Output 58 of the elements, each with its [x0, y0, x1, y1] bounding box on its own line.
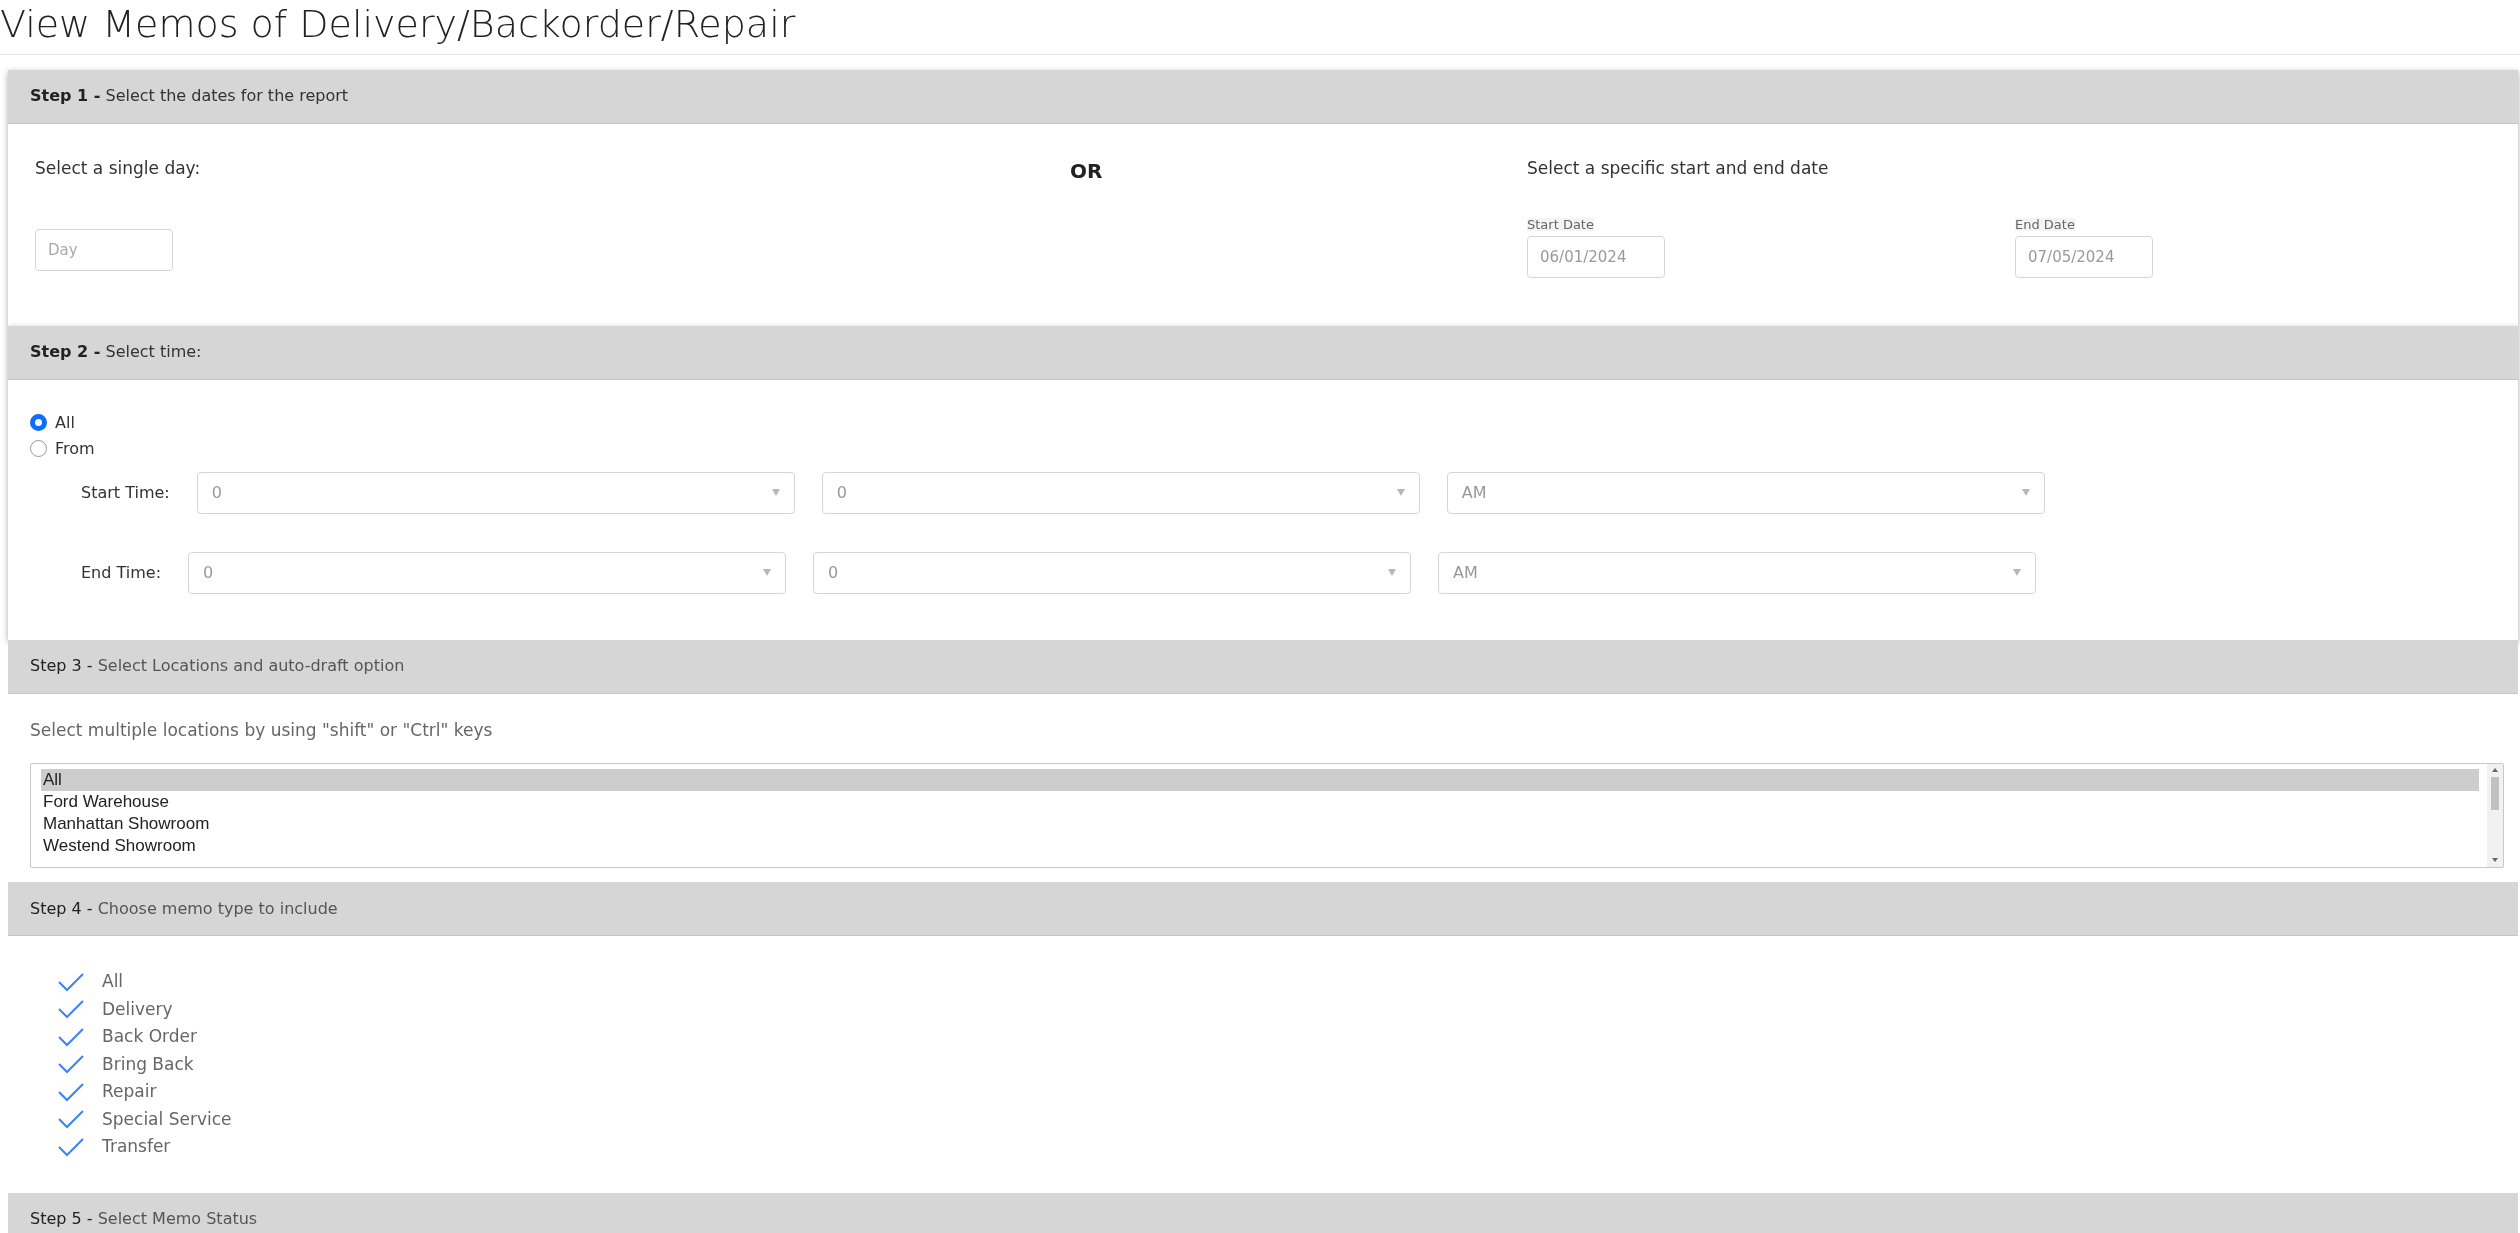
radio-button[interactable] [30, 414, 47, 432]
radio-button[interactable] [30, 440, 47, 458]
step-label: Step 1 - [30, 85, 101, 108]
check-icon[interactable] [58, 971, 84, 992]
hint-text: Select multiple locations by using "shift" or "Ctrl" keys [30, 718, 494, 742]
check-icon[interactable] [58, 1081, 84, 1102]
caret-icon [1388, 569, 1397, 577]
caret-icon [1396, 489, 1405, 497]
step-label: Step 2 - [30, 341, 101, 364]
step-title: Choose memo type to include [97, 897, 338, 920]
period-dropdown[interactable]: AM [1446, 471, 2045, 514]
hour-dropdown[interactable]: 0 [188, 551, 787, 594]
step-title: Select Memo Status [97, 1208, 258, 1231]
step-title: Select time: [105, 341, 202, 364]
date-label: Start Date [1527, 218, 1594, 232]
memo-type-label: Bring Back [102, 1052, 194, 1076]
page-title: View Memos of Delivery/Backorder/Repair [0, 1, 797, 48]
date-label: End Date [2015, 218, 2075, 232]
radio-label: From [55, 437, 95, 460]
check-icon[interactable] [58, 1109, 84, 1130]
radio-label: All [55, 411, 75, 434]
period-dropdown[interactable]: AM [1438, 551, 2037, 594]
field-label: Select a single day: [35, 156, 202, 180]
location-option[interactable]: Ford Warehouse [41, 791, 2479, 814]
location-option[interactable]: Westend Showroom [41, 835, 2479, 858]
start-date-field[interactable]: 06/01/2024 [1527, 236, 1665, 279]
step-title: Select Locations and auto-draft option [97, 655, 405, 678]
location-option[interactable]: All [41, 769, 2479, 792]
minute-dropdown[interactable]: 0 [813, 551, 1412, 594]
caret-icon [2013, 569, 2022, 577]
caret-icon [771, 489, 780, 497]
check-icon[interactable] [58, 999, 84, 1020]
day-field[interactable]: Day [35, 229, 173, 272]
memo-type-label: Delivery [102, 997, 173, 1021]
caret-icon [2021, 489, 2030, 497]
check-icon[interactable] [58, 1054, 84, 1075]
location-listbox[interactable]: All Ford Warehouse Manhattan Showroom Westend Showroom [30, 763, 2504, 869]
minute-dropdown[interactable]: 0 [821, 471, 1420, 514]
or-label: OR [1070, 158, 1103, 183]
memo-type-label: Special Service [102, 1107, 232, 1131]
memo-type-label: Transfer [102, 1135, 171, 1159]
step-title: Select the dates for the report [105, 85, 349, 108]
caret-icon [763, 569, 772, 577]
field-label: Select a specific start and end date [1527, 156, 1830, 180]
location-option[interactable]: Manhattan Showroom [41, 813, 2479, 836]
memo-type-label: Repair [102, 1080, 157, 1104]
check-icon[interactable] [58, 1136, 84, 1157]
step-label: Step 5 - [30, 1208, 93, 1231]
step-label: Step 4 - [30, 897, 93, 920]
end-date-field[interactable]: 07/05/2024 [2015, 236, 2153, 279]
memo-type-label: All [102, 970, 124, 994]
time-label: End Time: [81, 561, 162, 584]
time-label: Start Time: [81, 481, 170, 504]
step-label: Step 3 - [30, 655, 93, 678]
check-icon[interactable] [58, 1026, 84, 1047]
scrollbar-drawing[interactable] [2487, 764, 2503, 868]
hour-dropdown[interactable]: 0 [196, 471, 795, 514]
memo-type-label: Back Order [102, 1025, 197, 1049]
